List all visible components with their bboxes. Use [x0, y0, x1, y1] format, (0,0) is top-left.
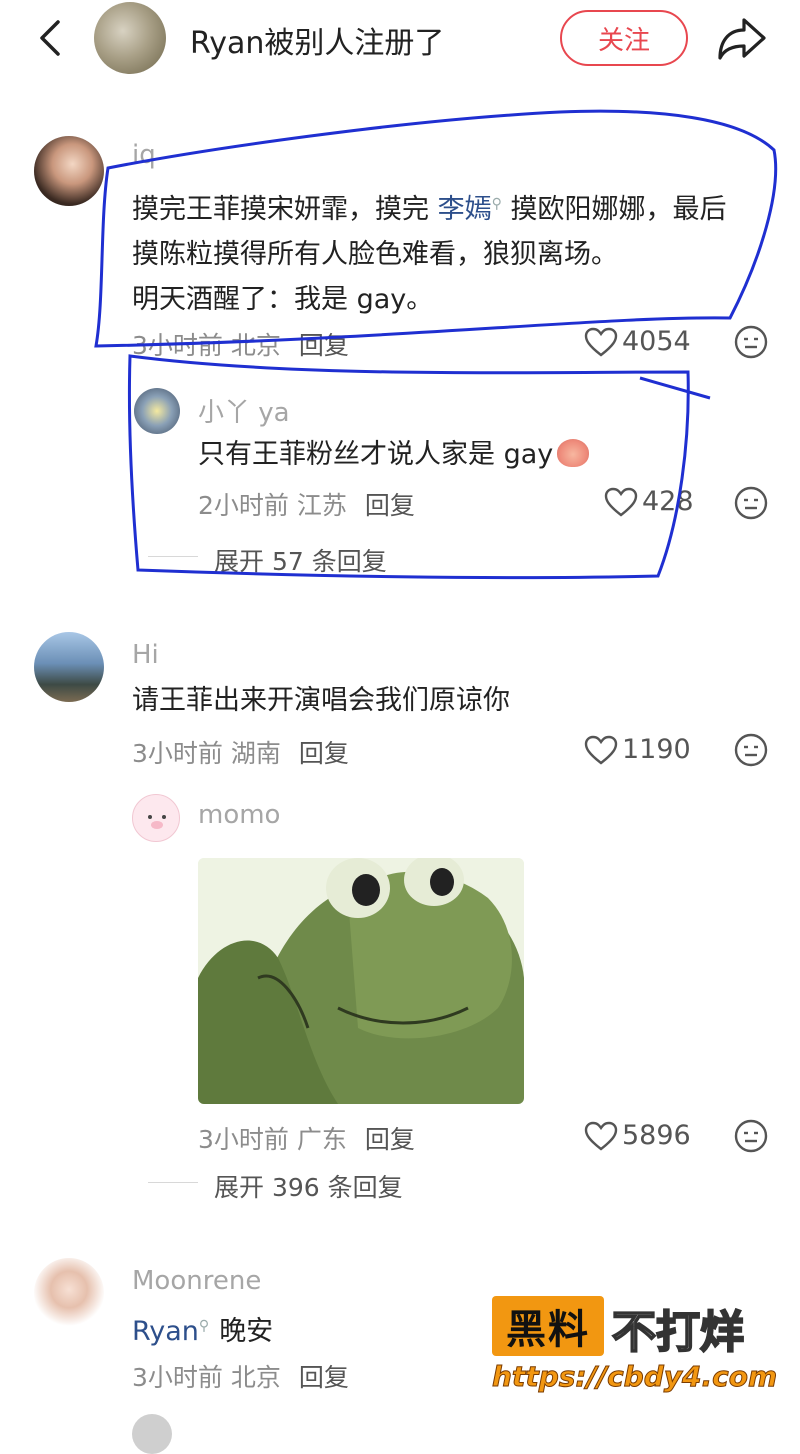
- crying-emoji-icon: [557, 439, 590, 467]
- avatar[interactable]: [34, 136, 104, 206]
- pig-face-icon: [148, 815, 166, 829]
- comment-meta: 3小时前 北京 回复: [132, 331, 349, 360]
- reply-button[interactable]: 回复: [299, 739, 349, 768]
- comment-text: 摸完王菲摸宋妍霏，摸完 李嫣⚲ 摸欧阳娜娜，最后 摸陈粒摸得所有人脸色难看，狼狈…: [132, 194, 727, 315]
- emoji-reaction-icon[interactable]: [734, 733, 768, 767]
- page-title: Ryan被别人注册了: [190, 26, 445, 61]
- search-icon: ⚲: [198, 1318, 210, 1334]
- expand-replies-button[interactable]: 展开 57 条回复: [214, 542, 387, 578]
- comment-meta: 3小时前 湖南 回复: [132, 739, 349, 768]
- comment-author[interactable]: Moonrene: [132, 1266, 261, 1296]
- avatar[interactable]: [134, 388, 180, 434]
- reply-text: 只有王菲粉丝才说人家是 gay: [198, 432, 590, 477]
- emoji-reaction-icon[interactable]: [734, 486, 768, 520]
- like-count: 5896: [622, 1120, 691, 1151]
- avatar[interactable]: [34, 632, 104, 702]
- share-icon[interactable]: [716, 14, 768, 62]
- comment-author[interactable]: iq: [132, 140, 156, 170]
- heart-icon: [584, 735, 618, 765]
- like-button[interactable]: 5896: [584, 1120, 691, 1151]
- reply-author[interactable]: 小丫 ya: [198, 392, 290, 429]
- mention-link[interactable]: Ryan: [132, 1316, 199, 1347]
- heart-icon: [584, 327, 618, 357]
- watermark-url: https://cbdy4.com: [491, 1360, 778, 1394]
- reply-button[interactable]: 回复: [299, 331, 349, 360]
- avatar[interactable]: [132, 1414, 172, 1454]
- mention-link[interactable]: 李嫣: [438, 194, 492, 225]
- follow-button[interactable]: 关注: [560, 10, 688, 66]
- watermark-badge: 黑料: [492, 1296, 604, 1356]
- like-count: 428: [642, 486, 694, 517]
- reply-button[interactable]: 回复: [299, 1363, 349, 1392]
- reply-meta: 2小时前 江苏 回复: [198, 491, 415, 520]
- avatar[interactable]: [34, 1258, 104, 1328]
- reply-meta: 3小时前 广东 回复: [198, 1125, 415, 1154]
- divider: [148, 1182, 198, 1183]
- reply-author[interactable]: momo: [198, 800, 280, 830]
- header-avatar[interactable]: [94, 2, 166, 74]
- chevron-left-icon[interactable]: [30, 16, 74, 60]
- expand-replies-button[interactable]: 展开 396 条回复: [214, 1168, 403, 1204]
- like-button[interactable]: 428: [604, 486, 694, 517]
- divider: [148, 556, 198, 557]
- comment-text: Ryan⚲ 晚安: [132, 1316, 274, 1347]
- like-count: 1190: [622, 734, 691, 765]
- heart-icon: [604, 487, 638, 517]
- comment-author[interactable]: Hi: [132, 640, 159, 670]
- reply-button[interactable]: 回复: [365, 1125, 415, 1154]
- emoji-reaction-icon[interactable]: [734, 1119, 768, 1153]
- frog-sticker-image[interactable]: [198, 858, 524, 1104]
- watermark-text: 不打烊: [611, 1306, 745, 1359]
- comment-text: 请王菲出来开演唱会我们原谅你: [132, 685, 510, 716]
- comment-meta: 3小时前 北京 回复: [132, 1363, 349, 1392]
- search-icon: ⚲: [491, 196, 502, 212]
- like-button[interactable]: 1190: [584, 734, 691, 765]
- like-button[interactable]: 4054: [584, 326, 691, 357]
- heart-icon: [584, 1121, 618, 1151]
- like-count: 4054: [622, 326, 691, 357]
- avatar[interactable]: [132, 794, 180, 842]
- emoji-reaction-icon[interactable]: [734, 325, 768, 359]
- reply-button[interactable]: 回复: [365, 491, 415, 520]
